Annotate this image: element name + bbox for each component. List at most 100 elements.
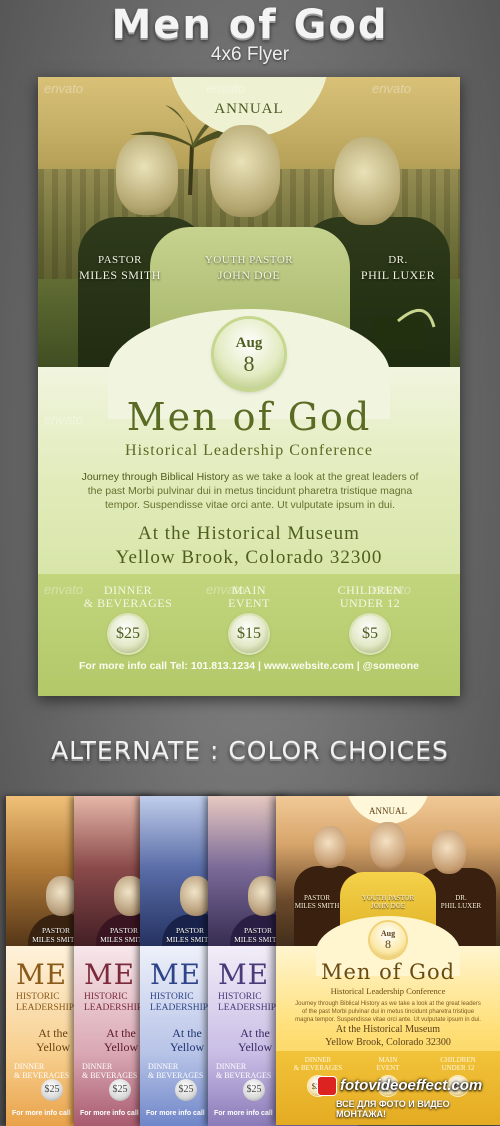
person-left-role: PASTOR: [98, 254, 142, 266]
date-month: Aug: [235, 335, 263, 351]
mini-venue-2: Yellow: [170, 1040, 205, 1054]
mini-venue-2: Yellow: [238, 1040, 273, 1054]
yellow-date-day: 8: [385, 937, 391, 951]
price-label-dinner: DINNER & BEVERAGES: [68, 584, 188, 610]
watermark-5: envato: [44, 582, 84, 597]
mini-info: For more info call: [80, 1110, 139, 1117]
price-coin-main: $15: [230, 615, 268, 653]
yellow-person-left-head: [314, 826, 346, 868]
yellow-person-center-name: JOHN DOE: [370, 902, 406, 910]
mini-subtitle-1: HISTORIC: [218, 992, 262, 1002]
watermark-4: envato: [44, 412, 84, 427]
price-label-children-2: UNDER 12: [339, 596, 401, 610]
mini-subtitle-2: LEADERSHIP: [84, 1003, 143, 1013]
mini-info: For more info call: [214, 1110, 273, 1117]
mini-info: For more info call: [12, 1110, 71, 1117]
mini-price-coin: $25: [243, 1079, 265, 1101]
yellow-flyer: ANNUAL PASTOR MILES SMITH YOUTH PASTOR JOH…: [276, 796, 500, 1125]
brand-tagline: ВСЕ ДЛЯ ФОТО И ВИДЕО МОНТАЖА!: [336, 1099, 450, 1119]
flyer-subtitle: Historical Leadership Conference: [125, 442, 373, 459]
yellow-venue-2: Yellow Brook, Colorado 32300: [325, 1037, 451, 1048]
yellow-person-center-caption: YOUTH PASTOR JOHN DOE: [353, 894, 423, 910]
mini-venue-1: At the: [106, 1026, 136, 1040]
mini-subtitle: HISTORIC LEADERSHIP: [218, 992, 276, 1014]
yellow-price-label-children-1: CHILDREN: [440, 1056, 476, 1064]
mini-subtitle-2: LEADERSHIP: [16, 1003, 75, 1013]
yellow-person-right-role: DR.: [455, 894, 467, 902]
mini-price-label-1: DINNER: [14, 1062, 45, 1071]
mini-price-label-1: DINNER: [82, 1062, 113, 1071]
price-coin-dinner: $25: [109, 615, 147, 653]
mini-venue: At the Yellow: [238, 1026, 272, 1054]
mini-venue-2: Yellow: [104, 1040, 139, 1054]
yellow-person-center-head: [370, 822, 406, 870]
yellow-price-label-main-1: MAIN: [378, 1056, 398, 1064]
flyer-title: Men of God: [126, 395, 372, 439]
mini-price-label-1: DINNER: [148, 1062, 179, 1071]
mini-subtitle-2: LEADERSHIP: [218, 1003, 277, 1013]
person-center-head: [210, 125, 280, 217]
yellow-venue-1: At the Historical Museum: [335, 1024, 441, 1035]
person-right-caption: DR. PHIL LUXER: [338, 253, 458, 283]
mini-subtitle: HISTORIC LEADERSHIP: [16, 992, 74, 1014]
mini-price-label-2: & BEVERAGES: [82, 1071, 138, 1080]
page-title: Men of God: [111, 2, 389, 48]
yellow-price-label-dinner-1: DINNER: [304, 1056, 332, 1064]
yellow-price-label-main-2: EVENT: [376, 1064, 400, 1072]
mini-price-label: DINNER & BEVERAGES: [82, 1062, 137, 1080]
mini-info: For more info call: [146, 1110, 205, 1117]
brand-site: fotovideoeffect.com: [340, 1077, 483, 1094]
mini-price-coin: $25: [109, 1079, 131, 1101]
yellow-price-label-children: CHILDREN UNDER 12: [426, 1056, 490, 1072]
mini-price-coin: $25: [41, 1079, 63, 1101]
person-center-caption: YOUTH PASTOR JOHN DOE: [189, 253, 309, 283]
alternate-heading: ALTERNATE : COLOR CHOICES: [51, 736, 449, 765]
yellow-title: Men of God: [320, 960, 456, 984]
mini-title: ME: [84, 958, 136, 991]
flyer-description: Journey through Biblical History as we t…: [80, 470, 420, 512]
yellow-price-label-main: MAIN EVENT: [356, 1056, 420, 1072]
mini-venue-1: At the: [38, 1026, 68, 1040]
watermark-3: envato: [372, 81, 412, 96]
mini-subtitle-1: HISTORIC: [16, 992, 60, 1002]
mini-price-label: DINNER & BEVERAGES: [216, 1062, 271, 1080]
person-left-head: [116, 135, 178, 215]
mini-title: ME: [150, 958, 202, 991]
mini-venue: At the Yellow: [104, 1026, 138, 1054]
mini-subtitle: HISTORIC LEADERSHIP: [150, 992, 208, 1014]
mini-title: ME: [218, 958, 270, 991]
yellow-person-left-name: MILES SMITH: [294, 902, 340, 910]
person-center-role: YOUTH PASTOR: [204, 254, 294, 266]
contact-info: For more info call Tel: 101.813.1234 | w…: [79, 660, 419, 672]
yellow-description: Journey through Biblical History as we t…: [295, 1001, 481, 1023]
price-label-dinner-2: & BEVERAGES: [83, 596, 173, 610]
yellow-person-right-caption: DR. PHIL LUXER: [426, 894, 496, 910]
mini-price-label-2: & BEVERAGES: [148, 1071, 204, 1080]
yellow-person-right-head: [432, 830, 466, 874]
venue-line-1: At the Historical Museum: [138, 523, 360, 544]
mini-subtitle-2: LEADERSHIP: [150, 1003, 209, 1013]
yellow-price-label-dinner: DINNER & BEVERAGES: [286, 1056, 350, 1072]
price-label-main-2: EVENT: [228, 596, 270, 610]
mini-venue-1: At the: [240, 1026, 270, 1040]
main-flyer: ANNUAL PASTOR MILES SMITH YOUTH PASTOR J…: [38, 77, 460, 696]
venue-line-2: Yellow Brook, Colorado 32300: [115, 547, 383, 568]
yellow-annual-label: ANNUAL: [369, 806, 407, 816]
mini-subtitle-1: HISTORIC: [150, 992, 194, 1002]
price-label-children: CHILDREN UNDER 12: [310, 584, 430, 610]
yellow-price-label-children-2: UNDER 12: [441, 1064, 475, 1072]
watermark-2: envato: [206, 81, 246, 96]
price-coin-children: $5: [351, 615, 389, 653]
person-right-head: [334, 137, 400, 225]
person-right-name: PHIL LUXER: [360, 268, 436, 282]
mini-price-label: DINNER & BEVERAGES: [148, 1062, 203, 1080]
yellow-person-left-role: PASTOR: [303, 894, 331, 902]
yellow-person-center-role: YOUTH PASTOR: [361, 894, 415, 902]
page-subtitle: 4x6 Flyer: [210, 44, 290, 65]
person-center-name: JOHN DOE: [217, 268, 281, 282]
mini-venue: At the Yellow: [170, 1026, 204, 1054]
yellow-price-label-dinner-2: & BEVERAGES: [293, 1064, 343, 1072]
brand-logo-icon: [318, 1077, 336, 1095]
mini-venue-2: Yellow: [36, 1040, 71, 1054]
mini-venue-1: At the: [172, 1026, 202, 1040]
